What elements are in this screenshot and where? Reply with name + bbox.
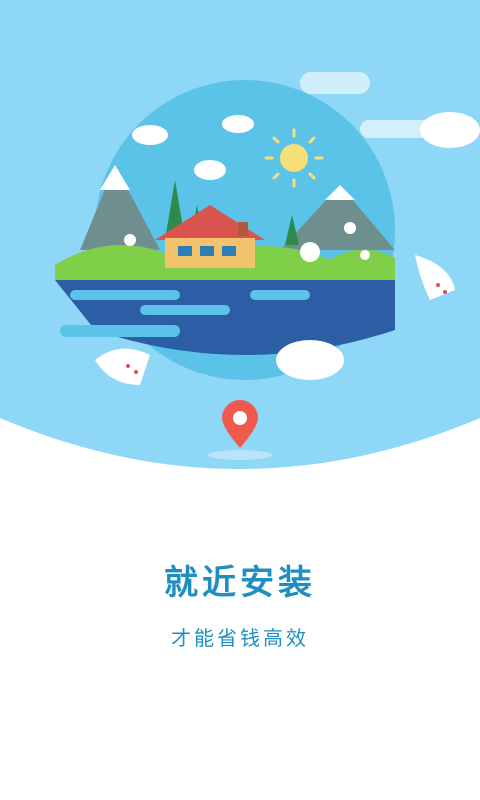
splash-title: 就近安装 <box>164 563 316 603</box>
hero-illustration <box>0 0 480 480</box>
splash-subtitle: 才能省钱高效 <box>171 626 309 650</box>
pin-shadow <box>208 450 272 460</box>
